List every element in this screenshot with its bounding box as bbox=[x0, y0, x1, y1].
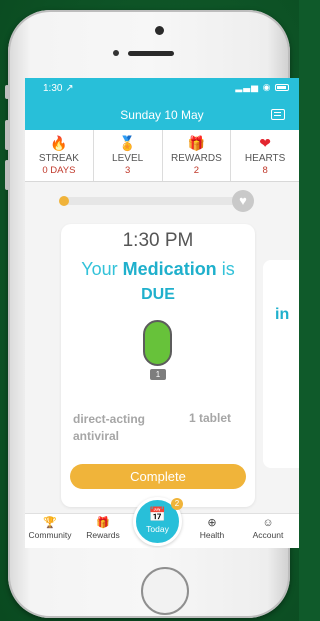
stat-rewards[interactable]: 🎁 REWARDS 2 bbox=[163, 130, 232, 181]
mute-switch bbox=[5, 85, 9, 99]
drug-name: direct-acting antiviral bbox=[73, 412, 146, 443]
gift-icon: 🎁 bbox=[96, 517, 110, 529]
stat-label: LEVEL bbox=[112, 153, 144, 164]
flame-icon: 🔥 bbox=[50, 135, 68, 151]
today-badge: 2 bbox=[171, 498, 183, 510]
medal-icon: 🏅 bbox=[118, 135, 137, 151]
stat-label: REWARDS bbox=[171, 153, 222, 164]
heart-icon: ❤ bbox=[259, 135, 271, 151]
signal-icon: ▂▃▅ bbox=[235, 82, 260, 92]
stat-value: 8 bbox=[262, 165, 268, 176]
message-icon[interactable] bbox=[271, 109, 285, 120]
stat-streak[interactable]: 🔥 STREAK 0 DAYS bbox=[25, 130, 94, 181]
tab-health[interactable]: ⊕ Health bbox=[195, 514, 229, 540]
wifi-icon: ◉ bbox=[262, 82, 272, 92]
stat-label: HEARTS bbox=[244, 153, 286, 164]
dose-time: 1:30 PM bbox=[122, 230, 194, 251]
headline-suffix: is bbox=[216, 259, 235, 279]
volume-down-button bbox=[5, 160, 9, 190]
status-bar: 1:30 ↗ ▂▃▅ ◉ bbox=[25, 78, 299, 100]
pill-icon bbox=[143, 320, 172, 366]
pill-count-badge: 1 bbox=[150, 369, 166, 380]
next-card-text: in bbox=[275, 306, 290, 323]
stat-label: STREAK bbox=[38, 153, 79, 164]
home-button[interactable] bbox=[141, 567, 189, 615]
tab-label: Rewards bbox=[86, 530, 120, 540]
tab-label: Community bbox=[28, 530, 72, 540]
stats-bar: 🔥 STREAK 0 DAYS 🏅 LEVEL 3 🎁 REWARDS 2 ❤ … bbox=[25, 130, 299, 182]
header-bar: Sunday 10 May bbox=[25, 100, 299, 130]
app-screen: 1:30 ↗ ▂▃▅ ◉ Sunday 10 May 🔥 STREAK 0 DA… bbox=[25, 78, 299, 548]
stat-value: 0 DAYS bbox=[42, 165, 76, 176]
stat-level[interactable]: 🏅 LEVEL 3 bbox=[94, 130, 163, 181]
volume-up-button bbox=[5, 120, 9, 150]
stat-value: 2 bbox=[193, 165, 200, 176]
medication-card: 1:30 PM Your Medication is DUE 1 direct-… bbox=[61, 224, 255, 507]
tab-account[interactable]: ☺ Account bbox=[245, 514, 291, 540]
sensor-dot bbox=[113, 50, 119, 56]
status-time: 1:30 ↗ bbox=[43, 83, 74, 94]
account-icon: ☺ bbox=[262, 517, 274, 529]
stat-hearts[interactable]: ❤ HEARTS 8 bbox=[231, 130, 299, 181]
card-headline: Your Medication is bbox=[61, 259, 255, 280]
tab-label: Account bbox=[252, 530, 284, 540]
progress-bar bbox=[59, 196, 240, 206]
stat-value: 3 bbox=[124, 165, 131, 176]
front-camera bbox=[155, 26, 164, 35]
heart-reward-icon: ♥ bbox=[232, 190, 254, 212]
complete-button[interactable]: Complete bbox=[70, 464, 246, 489]
health-icon: ⊕ bbox=[207, 517, 217, 529]
gift-icon: 🎁 bbox=[187, 135, 206, 151]
trophy-icon: 🏆 bbox=[43, 517, 57, 529]
page-title: Sunday 10 May bbox=[120, 108, 204, 122]
progress-indicator bbox=[59, 196, 69, 206]
earpiece-speaker bbox=[128, 51, 174, 56]
tab-label: Today bbox=[146, 524, 169, 534]
tab-label: Health bbox=[199, 530, 225, 540]
battery-icon bbox=[275, 84, 289, 92]
due-status: DUE bbox=[141, 286, 175, 303]
dose-amount: 1 tablet bbox=[189, 411, 232, 425]
tab-community[interactable]: 🏆 Community bbox=[27, 514, 73, 540]
headline-prefix: Your bbox=[81, 259, 123, 279]
headline-keyword: Medication bbox=[122, 259, 217, 279]
tab-rewards[interactable]: 🎁 Rewards bbox=[79, 514, 127, 540]
status-icons: ▂▃▅ ◉ bbox=[235, 82, 289, 93]
next-card[interactable]: in bbox=[263, 260, 299, 468]
